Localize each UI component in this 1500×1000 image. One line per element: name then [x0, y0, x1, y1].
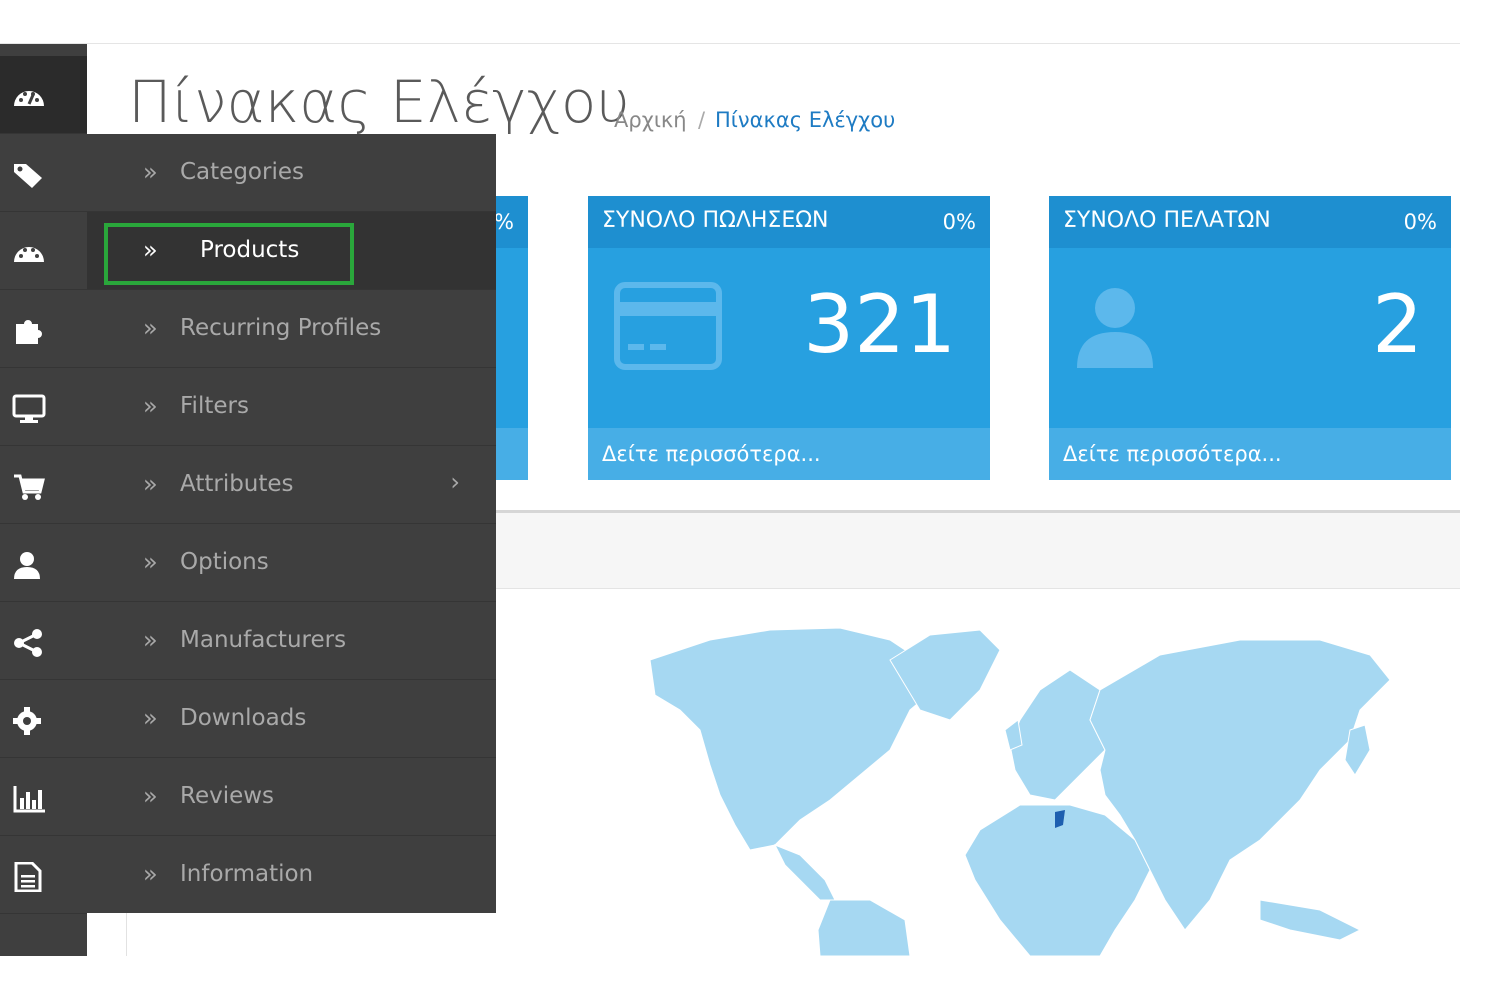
sales-value: 321	[803, 278, 956, 371]
customers-tile-head: ΣΥΝΟΛΟ ΠΕΛΑΤΩΝ 0%	[1049, 196, 1451, 248]
map-central-america	[773, 844, 836, 901]
sidebar-icon-bar	[0, 44, 87, 956]
user-icon	[14, 552, 40, 579]
sales-tile-percent: 0%	[942, 210, 976, 234]
menu-item-attributes[interactable]: » Attributes ›	[87, 446, 496, 524]
menu-item-label[interactable]: Attributes	[180, 471, 294, 497]
cart-icon	[14, 474, 45, 500]
sidebar-item-catalog[interactable]	[0, 134, 87, 212]
submenu-caret-icon[interactable]: ›	[450, 468, 460, 496]
chevron-right-icon: »	[143, 704, 158, 732]
menu-item-reviews[interactable]: » Reviews	[87, 758, 496, 836]
chevron-right-icon: »	[143, 158, 158, 186]
products-highlight-box	[104, 223, 354, 285]
gear-icon	[13, 707, 41, 735]
sales-tile-head: ΣΥΝΟΛΟ ΠΩΛΗΣΕΩΝ 0%	[588, 196, 990, 248]
bar-chart-icon	[13, 786, 45, 813]
map-africa	[964, 804, 1151, 956]
sidebar-item-design-layout[interactable]	[0, 368, 87, 446]
chevron-right-icon: »	[143, 548, 158, 576]
sidebar-item-extensions[interactable]	[0, 290, 87, 368]
menu-item-manufacturers[interactable]: » Manufacturers	[87, 602, 496, 680]
sales-tile-title: ΣΥΝΟΛΟ ΠΩΛΗΣΕΩΝ	[602, 208, 829, 233]
menu-item-categories[interactable]: » Categories	[87, 134, 496, 212]
credit-card-icon	[614, 282, 722, 370]
tags-icon	[14, 164, 42, 188]
sidebar-item-sales[interactable]	[0, 446, 87, 524]
bottom-margin	[0, 956, 1500, 1000]
customers-more-link[interactable]: Δείτε περισσότερα...	[1049, 428, 1451, 480]
document-icon	[14, 862, 42, 892]
monitor-icon	[12, 394, 46, 423]
menu-item-filters[interactable]: » Filters	[87, 368, 496, 446]
sidebar-item-dashboard[interactable]	[0, 56, 87, 134]
orders-tile-percent: %	[494, 210, 514, 234]
customers-more-label[interactable]: Δείτε περισσότερα...	[1063, 442, 1282, 466]
map-panel-header	[496, 510, 1460, 589]
chevron-right-icon: »	[143, 626, 158, 654]
top-divider	[0, 43, 1460, 44]
sidebar-item-system[interactable]	[0, 680, 87, 758]
menu-item-label[interactable]: Recurring Profiles	[180, 315, 381, 341]
sidebar-item-customers[interactable]	[0, 524, 87, 602]
menu-item-information[interactable]: » Information	[87, 836, 496, 914]
menu-item-label[interactable]: Information	[180, 861, 313, 887]
menu-item-label[interactable]: Options	[180, 549, 269, 575]
menu-item-options[interactable]: » Options	[87, 524, 496, 602]
sales-tile: ΣΥΝΟΛΟ ΠΩΛΗΣΕΩΝ 0% 321 Δείτε περισσότερα…	[588, 196, 990, 480]
puzzle-icon	[16, 320, 42, 344]
map-europe	[1009, 669, 1106, 801]
sales-more-link[interactable]: Δείτε περισσότερα...	[588, 428, 990, 480]
chevron-right-icon: »	[143, 782, 158, 810]
menu-item-label[interactable]: Filters	[180, 393, 249, 419]
dashboard-icon	[14, 91, 44, 106]
chevron-right-icon: »	[143, 470, 158, 498]
sidebar-item-marketing[interactable]	[0, 602, 87, 680]
world-map[interactable]	[560, 600, 1440, 956]
share-icon	[14, 629, 42, 657]
sidebar-item-documents[interactable]	[0, 836, 87, 914]
breadcrumb-separator: /	[698, 108, 706, 132]
breadcrumb-current[interactable]: Πίνακας Ελέγχου	[715, 108, 895, 132]
user-icon	[1077, 288, 1153, 368]
menu-item-downloads[interactable]: » Downloads	[87, 680, 496, 758]
sales-more-label[interactable]: Δείτε περισσότερα...	[602, 442, 821, 466]
map-south-america	[817, 899, 911, 956]
chevron-right-icon: »	[143, 860, 158, 888]
breadcrumb-home[interactable]: Αρχική	[614, 108, 687, 132]
palette-icon	[14, 247, 44, 262]
chevron-right-icon: »	[143, 314, 158, 342]
menu-item-label[interactable]: Downloads	[180, 705, 306, 731]
menu-item-label[interactable]: Categories	[180, 159, 304, 185]
menu-item-label[interactable]: Reviews	[180, 783, 274, 809]
page-title: Πίνακας Ελέγχου	[128, 68, 630, 136]
menu-item-recurring-profiles[interactable]: » Recurring Profiles	[87, 290, 496, 368]
customers-tile-percent: 0%	[1403, 210, 1437, 234]
map-indonesia	[1259, 899, 1362, 941]
chevron-right-icon: »	[143, 392, 158, 420]
sidebar-item-design[interactable]	[0, 212, 87, 290]
sidebar-item-reports[interactable]	[0, 758, 87, 836]
customers-tile: ΣΥΝΟΛΟ ΠΕΛΑΤΩΝ 0% 2 Δείτε περισσότερα...	[1049, 196, 1451, 480]
menu-item-label[interactable]: Manufacturers	[180, 627, 346, 653]
customers-value: 2	[1372, 278, 1423, 371]
customers-tile-title: ΣΥΝΟΛΟ ΠΕΛΑΤΩΝ	[1063, 208, 1271, 233]
